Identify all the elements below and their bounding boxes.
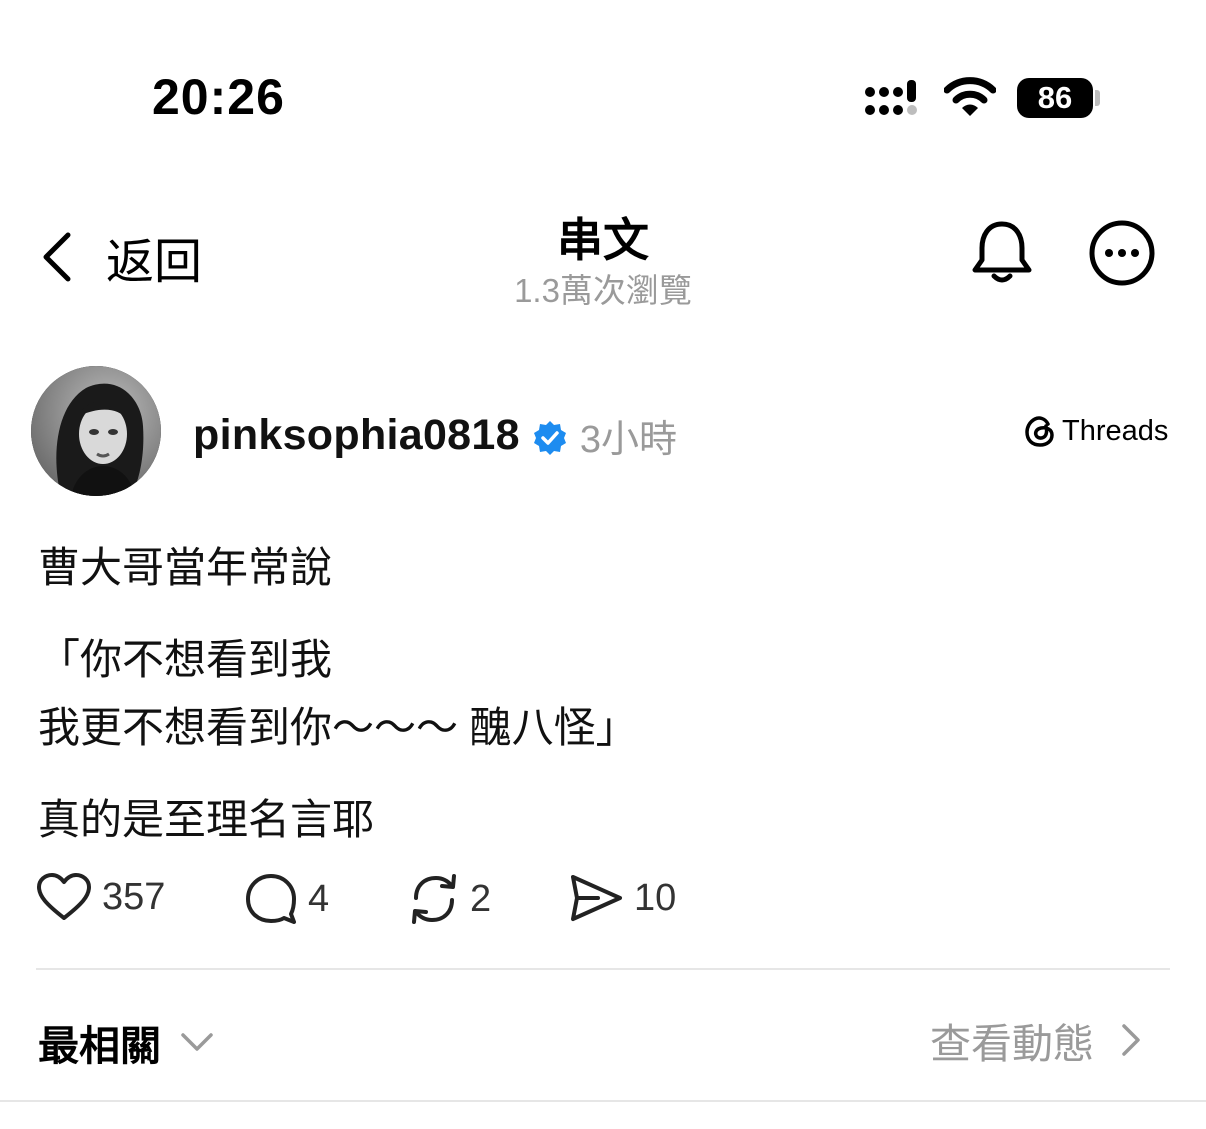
more-options-icon[interactable] <box>1088 219 1156 287</box>
profile-photo <box>31 366 161 496</box>
chevron-right-icon <box>1122 1024 1140 1056</box>
post-text-line: 曹大哥當年常說 <box>38 544 333 591</box>
comment-button[interactable]: 4 <box>244 872 329 926</box>
share-button[interactable]: 10 <box>568 872 676 924</box>
heart-icon <box>37 873 91 920</box>
status-time: 20:26 <box>152 69 285 125</box>
threads-logo-icon <box>1025 416 1054 447</box>
comment-bubble-icon <box>246 874 296 924</box>
threads-source-badge[interactable]: Threads <box>1024 414 1168 448</box>
chevron-down-icon <box>181 1033 213 1051</box>
post-text-line: 真的是至理名言耶 <box>38 796 375 843</box>
username[interactable]: pinksophia0818 <box>193 411 520 460</box>
threads-label: Threads <box>1062 414 1169 447</box>
verified-badge-icon <box>533 420 566 455</box>
wifi-icon <box>944 77 996 116</box>
post-timestamp: 3小時 <box>579 419 677 461</box>
divider <box>0 1100 1206 1102</box>
battery-indicator: 86 <box>1017 78 1093 118</box>
battery-cap <box>1095 90 1100 106</box>
post-author-row: pinksophia0818 3小時 <box>193 408 677 463</box>
like-button[interactable]: 357 <box>36 872 165 922</box>
cellular-signal-icon <box>865 80 917 115</box>
divider <box>36 968 1170 970</box>
repost-count: 2 <box>470 877 492 920</box>
sort-label: 最相關 <box>38 1023 161 1069</box>
repost-button[interactable]: 2 <box>408 872 491 926</box>
view-activity-link[interactable]: 查看動態 <box>930 1010 1150 1070</box>
view-activity-label: 查看動態 <box>930 1021 1094 1067</box>
comment-count: 4 <box>308 877 330 920</box>
avatar[interactable] <box>31 366 161 496</box>
post-text-line: 我更不想看到你～～～ 醜八怪」 <box>38 704 638 751</box>
like-count: 357 <box>102 875 166 918</box>
sort-dropdown[interactable]: 最相關 <box>38 1012 217 1072</box>
bell-icon[interactable] <box>970 218 1034 286</box>
share-count: 10 <box>634 876 677 919</box>
repost-icon <box>412 874 456 924</box>
post-text-line: 「你不想看到我 <box>38 636 333 683</box>
send-icon <box>571 875 622 921</box>
